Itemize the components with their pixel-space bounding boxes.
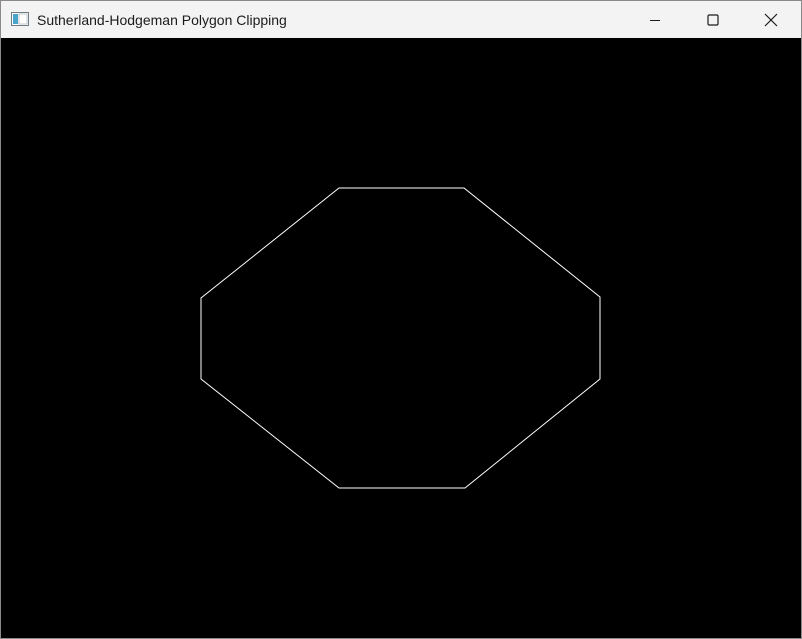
close-icon: [764, 13, 778, 26]
close-button[interactable]: [742, 1, 800, 38]
app-window: Sutherland-Hodgeman Polygon Clipping: [0, 0, 802, 639]
canvas-surface: [200, 187, 601, 489]
window-title: Sutherland-Hodgeman Polygon Clipping: [37, 12, 287, 28]
clipped-polygon: [200, 187, 601, 489]
drawing-canvas[interactable]: [1, 38, 801, 638]
title-bar[interactable]: Sutherland-Hodgeman Polygon Clipping: [1, 1, 801, 38]
maximize-icon: [707, 13, 719, 26]
minimize-button[interactable]: [626, 1, 684, 38]
minimize-icon: [650, 19, 660, 21]
window-app-icon: [11, 12, 29, 26]
maximize-button[interactable]: [684, 1, 742, 38]
